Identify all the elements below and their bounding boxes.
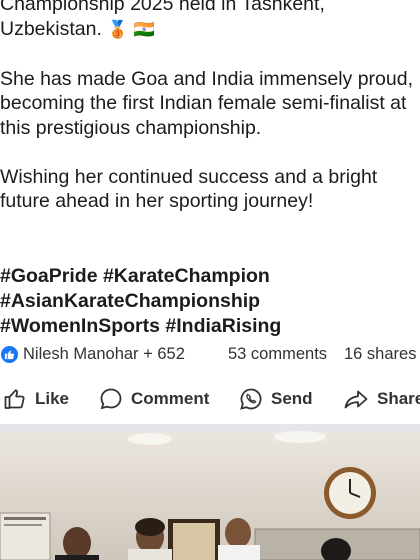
post-line-2: Uzbekistan. [0,17,102,40]
comment-label: Comment [131,389,210,408]
post-body: Championship 2025 held in Tashkent, Uzbe… [0,0,420,238]
whatsapp-icon [240,388,262,410]
share-icon [344,390,368,409]
reactions-bar: Nilesh Manohar + 652 53 comments 16 shar… [0,343,420,365]
medal-emoji: 🥉 [107,19,129,39]
post-line-1: Championship 2025 held in Tashkent, [0,0,325,15]
post-photo[interactable] [0,431,420,560]
photo-image [0,431,420,560]
comments-count[interactable]: 53 comments [228,345,327,364]
comment-button[interactable]: Comment [99,387,209,411]
like-icon [4,389,25,409]
hashtag-line[interactable]: #AsianKarateChampionship [0,289,281,314]
action-bar: Like Comment Send Share [0,383,420,417]
reaction-names[interactable]: Nilesh Manohar + 652 [23,345,185,364]
hashtag-line[interactable]: #GoaPride #KarateChampion [0,264,281,289]
like-button[interactable]: Like [3,387,69,411]
send-button[interactable]: Send [239,387,313,411]
post-paragraph-3: Wishing her continued success and a brig… [0,165,378,213]
india-flag-emoji: 🇮🇳 [133,19,156,39]
share-label: Share [377,389,420,408]
post-paragraph-2: She has made Goa and India immensely pro… [0,67,413,139]
hashtag-line[interactable]: #WomenInSports #IndiaRising [0,314,281,339]
post-divider [0,424,420,431]
comment-icon [100,388,122,410]
share-button[interactable]: Share [343,387,420,411]
hashtags: #GoaPride #KarateChampion #AsianKarateCh… [0,264,281,339]
shares-count[interactable]: 16 shares [344,345,416,364]
thumbs-up-icon [0,345,19,364]
like-label: Like [35,389,70,408]
send-label: Send [271,389,313,408]
